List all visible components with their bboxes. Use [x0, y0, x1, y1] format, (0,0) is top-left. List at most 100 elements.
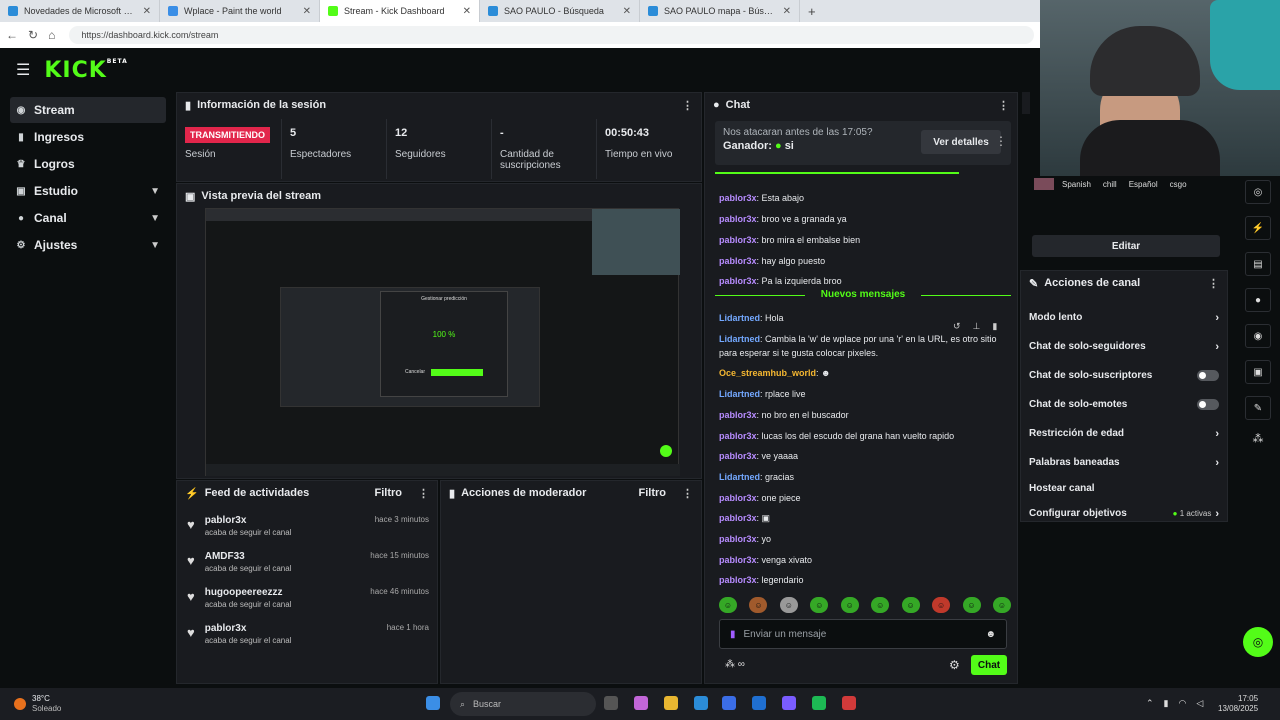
- send-chat-button[interactable]: Chat: [971, 655, 1007, 675]
- sidebar-item-stream[interactable]: ◉ Stream: [10, 97, 166, 123]
- chat-username[interactable]: pablor3x: [719, 235, 757, 245]
- emoji-icon[interactable]: ☻: [985, 629, 996, 640]
- emote-icon[interactable]: ☺: [840, 597, 859, 613]
- more-options-icon[interactable]: ⋮: [682, 99, 693, 112]
- filter-button[interactable]: Filtro: [375, 487, 403, 499]
- chat-settings-icon[interactable]: ⚙: [949, 658, 960, 672]
- camera-icon[interactable]: ◎: [1245, 180, 1271, 204]
- view-details-button[interactable]: Ver detalles: [921, 130, 1001, 154]
- wrench-icon[interactable]: ✎: [1245, 396, 1271, 420]
- chat-username[interactable]: pablor3x: [719, 513, 757, 523]
- emote-icon[interactable]: ☺: [810, 597, 829, 613]
- outlook-icon[interactable]: [752, 696, 766, 710]
- chat-input[interactable]: ▮ Enviar un mensaje ☻: [719, 619, 1007, 649]
- lightning-icon[interactable]: ⚡: [1245, 216, 1271, 240]
- close-icon[interactable]: ✕: [303, 6, 311, 17]
- sidebar-item-canal[interactable]: ● Canal ▼: [10, 205, 166, 231]
- windows-start-icon[interactable]: [426, 696, 440, 710]
- sidebar-item-ajustes[interactable]: ⚙ Ajustes ▼: [10, 232, 166, 258]
- sidebar-item-ingresos[interactable]: ▮ Ingresos: [10, 124, 166, 150]
- close-icon[interactable]: ✕: [783, 6, 791, 17]
- task-view-icon[interactable]: [604, 696, 618, 710]
- more-options-icon[interactable]: ⋮: [1208, 277, 1219, 290]
- channel-points[interactable]: ⁂ ∞: [725, 659, 745, 670]
- emote-icon[interactable]: ☺: [749, 597, 768, 613]
- sidebar-item-logros[interactable]: ♛ Logros: [10, 151, 166, 177]
- more-options-icon[interactable]: ⋮: [998, 99, 1009, 112]
- subscribers-only-toggle[interactable]: [1197, 370, 1219, 381]
- filter-button[interactable]: Filtro: [639, 487, 667, 499]
- document-icon[interactable]: ▤: [1245, 252, 1271, 276]
- emote-icon[interactable]: ☺: [779, 597, 798, 613]
- mic-icon[interactable]: ▮: [730, 629, 736, 640]
- taskbar-search[interactable]: ⌕ Buscar: [450, 692, 596, 716]
- browser-tab[interactable]: SAO PAULO - Búsqueda ✕: [480, 0, 640, 22]
- menu-icon[interactable]: ☰: [16, 60, 30, 80]
- action-followers-only[interactable]: Chat de solo-seguidores ›: [1021, 332, 1227, 361]
- chat-username[interactable]: pablor3x: [719, 214, 757, 224]
- points-icon[interactable]: ⁂: [1253, 432, 1264, 445]
- emote-icon[interactable]: ☺: [901, 597, 920, 613]
- app-icon[interactable]: [842, 696, 856, 710]
- emotes-only-toggle[interactable]: [1197, 399, 1219, 410]
- chat-username[interactable]: Oce_streamhub_world: [719, 368, 816, 378]
- chat-bubble-icon[interactable]: ●: [1245, 288, 1271, 312]
- help-chat-icon[interactable]: ◎: [1243, 627, 1273, 657]
- clock[interactable]: 17:05 13/08/2025: [1218, 694, 1258, 714]
- chat-username[interactable]: pablor3x: [719, 410, 757, 420]
- chat-username[interactable]: Lidartned: [719, 389, 760, 399]
- kick-logo[interactable]: KICKBETA: [44, 58, 127, 83]
- chat-username[interactable]: Lidartned: [719, 313, 760, 323]
- url-field[interactable]: https://dashboard.kick.com/stream: [69, 26, 1034, 44]
- action-host-channel[interactable]: Hostear canal: [1021, 477, 1227, 499]
- refresh-icon[interactable]: ↻: [28, 28, 38, 42]
- weather-widget[interactable]: 38°C Soleado: [14, 694, 61, 714]
- browser-tab[interactable]: Wplace - Paint the world ✕: [160, 0, 320, 22]
- discord-icon[interactable]: [782, 696, 796, 710]
- file-explorer-icon[interactable]: [664, 696, 678, 710]
- action-goals[interactable]: Configurar objetivos ● 1 activas ›: [1021, 499, 1227, 528]
- chevron-up-icon[interactable]: ⌃: [1146, 698, 1154, 709]
- chat-username[interactable]: pablor3x: [719, 451, 757, 461]
- home-icon[interactable]: ⌂: [48, 28, 55, 42]
- more-options-icon[interactable]: ⋮: [682, 487, 693, 500]
- chat-username[interactable]: pablor3x: [719, 493, 757, 503]
- sidebar-item-estudio[interactable]: ▣ Estudio ▼: [10, 178, 166, 204]
- store-icon[interactable]: [722, 696, 736, 710]
- browser-tab-active[interactable]: Stream - Kick Dashboard ✕: [320, 0, 480, 22]
- spotify-icon[interactable]: [812, 696, 826, 710]
- browser-tab[interactable]: SAO PAULO mapa - Búsqueda Im✕: [640, 0, 800, 22]
- chat-username[interactable]: pablor3x: [719, 276, 757, 286]
- mic-icon[interactable]: ▮: [1164, 698, 1169, 709]
- close-icon[interactable]: ✕: [463, 6, 471, 17]
- new-tab-icon[interactable]: +: [800, 4, 816, 19]
- chat-username[interactable]: pablor3x: [719, 555, 757, 565]
- emote-icon[interactable]: ☺: [932, 597, 951, 613]
- more-options-icon[interactable]: ⋮: [418, 487, 429, 500]
- action-subscribers-only[interactable]: Chat de solo-suscriptores: [1021, 361, 1227, 390]
- action-age-restriction[interactable]: Restricción de edad ›: [1021, 419, 1227, 448]
- chat-username[interactable]: Lidartned: [719, 334, 760, 344]
- edit-stream-button[interactable]: Editar: [1032, 235, 1220, 257]
- chat-username[interactable]: pablor3x: [719, 431, 757, 441]
- chat-username[interactable]: pablor3x: [719, 575, 757, 585]
- stream-preview-video[interactable]: Gestionar predicción 100 % Cancelar: [205, 208, 680, 476]
- volume-icon[interactable]: ◁: [1196, 698, 1203, 709]
- emote-icon[interactable]: ☺: [992, 597, 1011, 613]
- back-icon[interactable]: ←: [6, 28, 18, 42]
- chat-username[interactable]: pablor3x: [719, 256, 757, 266]
- emote-icon[interactable]: ☺: [871, 597, 890, 613]
- emote-icon[interactable]: ☺: [719, 597, 737, 613]
- broadcast-icon[interactable]: ◉: [1245, 324, 1271, 348]
- more-options-icon[interactable]: ⋮: [995, 134, 1007, 148]
- emote-icon[interactable]: ☺: [962, 597, 981, 613]
- close-icon[interactable]: ✕: [623, 6, 631, 17]
- layout-icon[interactable]: ▣: [1245, 360, 1271, 384]
- wifi-icon[interactable]: ◠: [1179, 698, 1187, 709]
- copilot-icon[interactable]: [634, 696, 648, 710]
- chat-username[interactable]: pablor3x: [719, 193, 757, 203]
- close-icon[interactable]: ✕: [143, 6, 151, 17]
- browser-tab[interactable]: Novedades de Microsoft Edge ✕: [0, 0, 160, 22]
- action-slow-mode[interactable]: Modo lento ›: [1021, 303, 1227, 332]
- action-emotes-only[interactable]: Chat de solo-emotes: [1021, 390, 1227, 419]
